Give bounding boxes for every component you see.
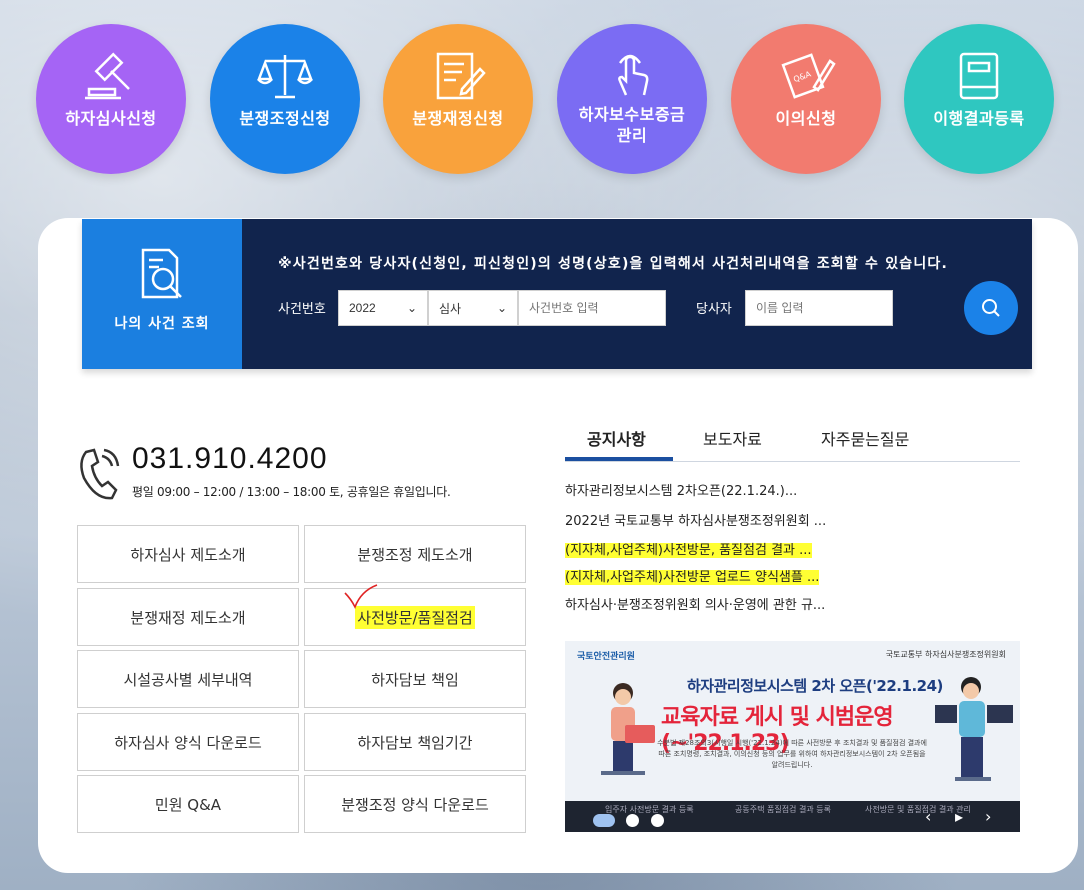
list-item[interactable]: 하자심사·분쟁조정위원회 의사·운영에 관한 규...: [565, 594, 825, 613]
tab-notices[interactable]: 공지사항: [587, 426, 646, 450]
my-case-lookup-label: 나의 사건 조회: [114, 316, 210, 332]
quick-link-warranty-deposit[interactable]: 하자보수보증금 관리: [557, 24, 707, 174]
case-search-panel: 나의 사건 조회 ※사건번호와 당사자(신청인, 피신청인)의 성명(상호)을 …: [82, 219, 1032, 369]
quick-link-label: 이행결과등록: [933, 109, 1025, 128]
case-number-input[interactable]: [518, 290, 666, 326]
prev-arrow-icon[interactable]: ‹: [925, 807, 931, 826]
my-case-lookup-tab[interactable]: 나의 사건 조회: [82, 219, 242, 369]
banner-title: 하자관리정보시스템 2차 오픈('22.1.24): [687, 677, 943, 695]
menu-warranty-period[interactable]: 하자담보 책임기간: [304, 713, 526, 771]
board-tabs: 공지사항 보도자료 자주묻는질문: [565, 420, 1020, 462]
touch-hand-icon: [602, 50, 662, 102]
menu-review-form-download[interactable]: 하자심사 양식 다운로드: [77, 713, 299, 771]
promo-banner[interactable]: 국토안전관리원 국토교통부 하자심사분쟁조정위원회 하자관리정보시스템 2차 오…: [565, 641, 1020, 832]
case-type-select[interactable]: 심사 ⌄: [428, 290, 518, 326]
phone-number: 031.910.4200: [132, 442, 328, 475]
office-hours: 평일 09:00 – 12:00 / 13:00 – 18:00 토, 공휴일은…: [132, 485, 451, 499]
quick-link-label: 분쟁조정신청: [239, 109, 331, 128]
menu-mediation-form-download[interactable]: 분쟁조정 양식 다운로드: [304, 775, 526, 833]
quick-links: 하자심사신청 분쟁조정신청 분쟁재정신청 하자보수보증금 관리 Q&A 이의신청 …: [36, 24, 1056, 174]
menu-facility-details[interactable]: 시설공사별 세부내역: [77, 650, 299, 708]
book-icon: [949, 50, 1009, 102]
quick-link-label: 분쟁재정신청: [412, 109, 504, 128]
chevron-down-icon: ⌄: [406, 301, 417, 315]
search-button[interactable]: [964, 281, 1018, 335]
list-item[interactable]: 2022년 국토교통부 하자심사분쟁조정위원회 ...: [565, 510, 826, 529]
menu-ruling-intro[interactable]: 분쟁재정 제도소개: [77, 588, 299, 646]
quick-link-label: 이의신청: [775, 109, 837, 128]
active-tab-indicator: [565, 457, 673, 461]
menu-warranty-liability[interactable]: 하자담보 책임: [304, 650, 526, 708]
ministry-logo: 국토교통부 하자심사분쟁조정위원회: [885, 650, 1006, 659]
gavel-icon: [81, 50, 141, 102]
banner-caption: 입주자 사전방문 결과 등록: [605, 805, 694, 814]
list-item[interactable]: (지자체,사업주체)사전방문, 품질점검 결과 ...: [565, 539, 812, 558]
list-item[interactable]: (지자체,사업주체)사전방문 업로드 양식샘플 ...: [565, 566, 820, 585]
party-label: 당사자: [696, 302, 732, 317]
quick-link-objection[interactable]: Q&A 이의신청: [731, 24, 881, 174]
carousel-dot[interactable]: [626, 814, 639, 827]
list-item[interactable]: 하자관리정보시스템 2차오픈(22.1.24.)...: [565, 480, 797, 499]
document-search-icon: [137, 247, 187, 305]
menu-civil-qna[interactable]: 민원 Q&A: [77, 775, 299, 833]
info-menu-grid: 하자심사 제도소개 분쟁조정 제도소개 분쟁재정 제도소개 사전방문/품질점검 …: [77, 525, 527, 833]
case-number-label: 사건번호: [278, 302, 326, 317]
quick-link-label: 하자보수보증금 관리: [578, 105, 686, 145]
play-icon[interactable]: ▸: [955, 807, 963, 826]
phone-icon: [76, 446, 120, 506]
person-illustration-left: [601, 683, 655, 775]
qna-note-icon: Q&A: [776, 50, 836, 102]
chevron-down-icon: ⌄: [496, 301, 507, 315]
kalis-logo: 국토안전관리원: [577, 652, 635, 662]
search-icon: [982, 299, 1000, 317]
quick-link-label: 하자심사신청: [65, 109, 157, 128]
menu-pre-visit-inspection[interactable]: 사전방문/품질점검: [304, 588, 526, 646]
banner-caption: 공동주택 품질점검 결과 등록: [735, 805, 831, 814]
svg-text:Q&A: Q&A: [792, 69, 812, 84]
year-select[interactable]: 2022 ⌄: [338, 290, 428, 326]
search-notice: ※사건번호와 당사자(신청인, 피신청인)의 성명(상호)을 입력해서 사건처리…: [278, 256, 949, 272]
carousel-dot[interactable]: [651, 814, 664, 827]
next-arrow-icon[interactable]: ›: [985, 807, 991, 826]
tab-faq[interactable]: 자주묻는질문: [821, 426, 909, 450]
quick-link-result-register[interactable]: 이행결과등록: [904, 24, 1054, 174]
menu-defect-review-intro[interactable]: 하자심사 제도소개: [77, 525, 299, 583]
quick-link-defect-review[interactable]: 하자심사신청: [36, 24, 186, 174]
scale-icon: [255, 50, 315, 102]
party-name-input[interactable]: [745, 290, 893, 326]
banner-description: 수분법 제28조의3(시행일 시행('22.1.24)에 따른 사전방문 후 조…: [657, 739, 927, 769]
quick-link-dispute-ruling[interactable]: 분쟁재정신청: [383, 24, 533, 174]
menu-mediation-intro[interactable]: 분쟁조정 제도소개: [304, 525, 526, 583]
document-pen-icon: [428, 50, 488, 102]
checkmark-annotation: [344, 584, 378, 609]
quick-link-dispute-mediation[interactable]: 분쟁조정신청: [210, 24, 360, 174]
tab-press[interactable]: 보도자료: [703, 426, 762, 450]
carousel-dot[interactable]: [593, 814, 615, 827]
